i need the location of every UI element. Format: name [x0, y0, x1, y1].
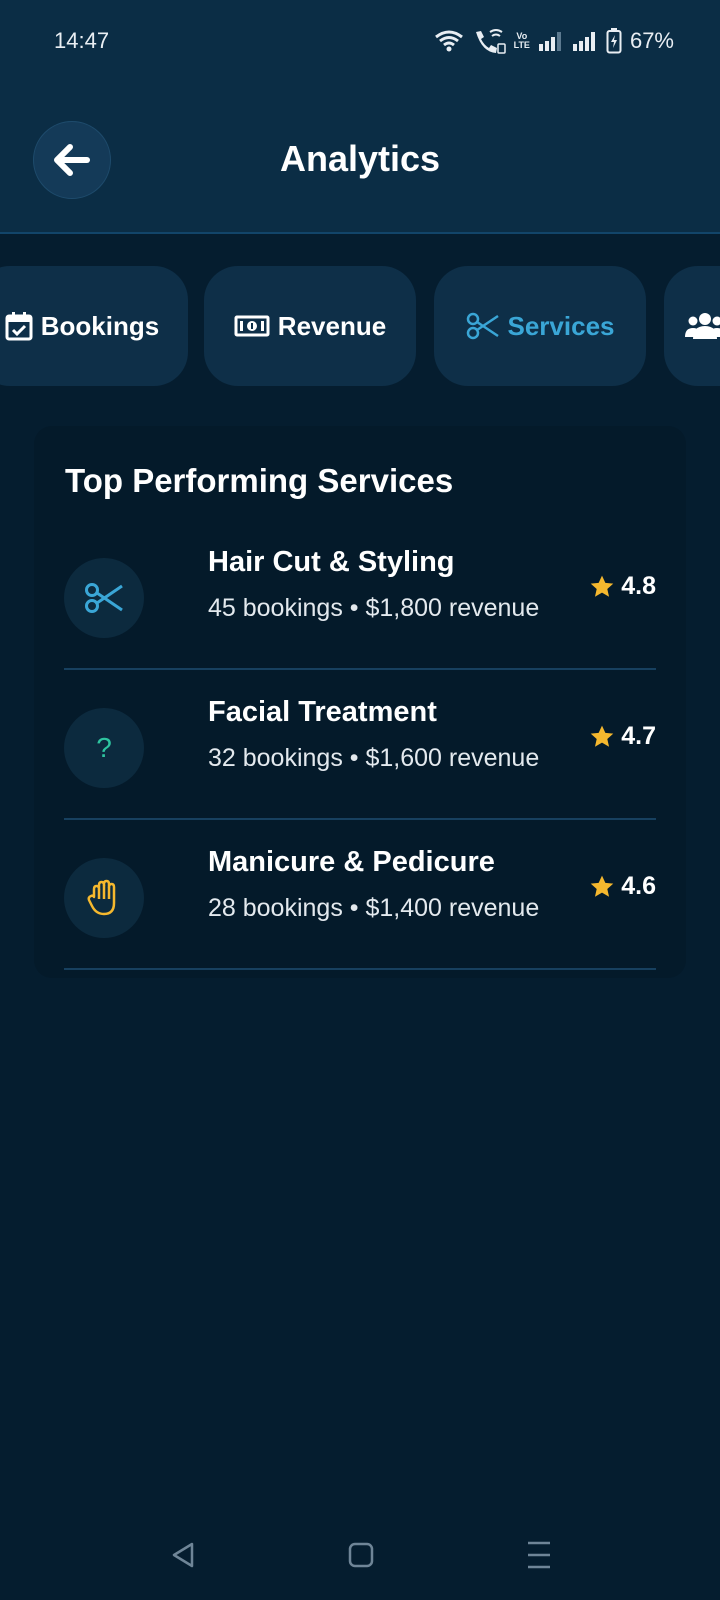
scissors-icon	[466, 312, 499, 340]
volte-bottom: LTE	[513, 40, 530, 50]
triangle-back-icon	[172, 1542, 194, 1568]
money-bill-icon	[234, 315, 270, 337]
status-bar: 14:47 Vo LTE 67%	[0, 0, 720, 84]
service-rating: 4.6	[589, 872, 656, 901]
star-icon	[590, 725, 614, 747]
battery-percent: 67%	[629, 28, 674, 53]
star-icon	[590, 875, 614, 897]
tab-revenue-label: Revenue	[277, 310, 387, 341]
wifi-icon	[434, 30, 463, 52]
service-meta: 45 bookings • $1,800 revenue	[208, 594, 540, 622]
rating-value: 4.7	[621, 722, 656, 750]
menu-lines-icon	[528, 1541, 550, 1569]
tab-services-label: Services	[507, 310, 615, 341]
service-icon-container	[64, 558, 144, 638]
service-rating: 4.8	[589, 572, 656, 601]
battery-icon	[606, 28, 622, 54]
tab-bookings[interactable]: Bookings	[0, 266, 188, 386]
star-icon	[590, 575, 614, 597]
status-icons: Vo LTE 67%	[434, 26, 674, 56]
tab-revenue[interactable]: Revenue	[204, 266, 416, 386]
volte-icon: Vo LTE	[514, 32, 530, 50]
scissors-icon	[85, 583, 123, 613]
app-header: 14:47 Vo LTE 67% Analytics	[0, 0, 720, 234]
analytics-tabs: Bookings Revenue Services	[0, 266, 720, 386]
tab-bookings-label: Bookings	[40, 310, 160, 341]
system-nav-bar	[0, 1520, 720, 1590]
tab-services[interactable]: Services	[434, 266, 646, 386]
signal-2-icon	[572, 32, 595, 51]
service-meta: 32 bookings • $1,600 revenue	[208, 744, 540, 772]
page-title: Analytics	[279, 138, 441, 179]
service-row-haircut[interactable]: Hair Cut & Styling 45 bookings • $1,800 …	[64, 520, 656, 670]
rating-value: 4.6	[621, 872, 656, 900]
hand-icon	[87, 879, 116, 916]
service-row-manicure[interactable]: Manicure & Pedicure 28 bookings • $1,400…	[64, 820, 656, 970]
service-rating: 4.7	[589, 722, 656, 751]
nav-back-button[interactable]	[153, 1520, 213, 1590]
service-name: Manicure & Pedicure	[208, 846, 495, 878]
signal-1-icon	[538, 32, 561, 51]
service-icon-container: ?	[64, 708, 144, 788]
tab-customers[interactable]	[664, 266, 720, 386]
wifi-call-icon	[475, 29, 506, 54]
square-home-icon	[348, 1542, 374, 1568]
service-row-facial[interactable]: ? Facial Treatment 32 bookings • $1,600 …	[64, 670, 656, 820]
service-meta: 28 bookings • $1,400 revenue	[208, 894, 540, 922]
service-icon-container	[64, 858, 144, 938]
top-services-card: Top Performing Services Hair Cut & Styli…	[34, 426, 686, 978]
nav-home-button[interactable]	[331, 1520, 391, 1590]
rating-value: 4.8	[621, 572, 656, 600]
nav-recents-button[interactable]	[509, 1520, 569, 1590]
users-icon	[685, 313, 720, 339]
service-name: Facial Treatment	[208, 696, 437, 728]
status-time: 14:47	[54, 28, 110, 53]
calendar-check-icon	[5, 312, 33, 341]
card-title: Top Performing Services	[65, 462, 454, 499]
service-name: Hair Cut & Styling	[208, 546, 455, 578]
question-icon: ?	[96, 732, 112, 763]
